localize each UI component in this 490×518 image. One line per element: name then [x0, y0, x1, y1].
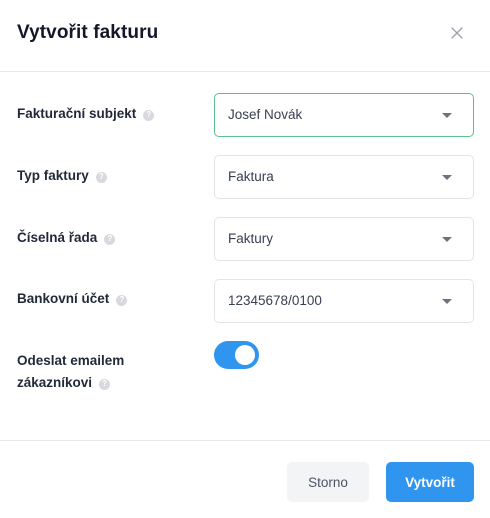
select-billing-entity[interactable]: Josef Novák [214, 93, 474, 137]
select-number-series-value: Faktury [228, 231, 274, 246]
help-icon[interactable]: ? [116, 294, 128, 306]
label-send-email: Odeslat emailem zákazníkovi? [17, 350, 124, 394]
dialog-header: Vytvořit fakturu [0, 0, 490, 72]
select-invoice-type[interactable]: Faktura [214, 155, 474, 199]
help-icon[interactable]: ? [104, 233, 116, 245]
send-email-toggle[interactable] [214, 341, 259, 369]
toggle-knob [235, 345, 255, 365]
label-bank-account-text: Bankovní účet [17, 291, 110, 306]
select-number-series[interactable]: Faktury [214, 217, 474, 261]
chevron-down-icon [442, 175, 452, 180]
help-icon[interactable]: ? [95, 171, 107, 183]
chevron-down-icon [442, 113, 452, 118]
chevron-down-icon [442, 237, 452, 242]
dialog-title: Vytvořit fakturu [17, 22, 159, 43]
create-invoice-dialog: Vytvořit fakturu Fakturační subjekt? Jos… [0, 0, 490, 518]
select-bank-account-value: 12345678/0100 [228, 293, 322, 308]
label-send-email-line2: zákazníkovi [17, 375, 93, 390]
chevron-down-icon [442, 299, 452, 304]
label-number-series: Číselná řada? [17, 227, 116, 249]
cancel-button[interactable]: Storno [287, 462, 369, 502]
label-invoice-type-text: Typ faktury [17, 168, 89, 183]
label-send-email-line1: Odeslat emailem [17, 353, 125, 368]
help-icon[interactable]: ? [143, 109, 155, 121]
label-bank-account: Bankovní účet? [17, 288, 128, 310]
select-bank-account[interactable]: 12345678/0100 [214, 279, 474, 323]
label-billing-entity: Fakturační subjekt? [17, 103, 155, 125]
dialog-footer: Storno Vytvořit [0, 440, 490, 518]
label-invoice-type: Typ faktury? [17, 165, 107, 187]
select-billing-entity-value: Josef Novák [228, 107, 303, 122]
help-icon[interactable]: ? [99, 378, 111, 390]
create-button[interactable]: Vytvořit [386, 462, 474, 502]
close-icon [451, 27, 463, 39]
select-invoice-type-value: Faktura [228, 169, 274, 184]
label-number-series-text: Číselná řada [17, 230, 98, 245]
close-button[interactable] [446, 22, 468, 44]
label-billing-entity-text: Fakturační subjekt [17, 106, 137, 121]
